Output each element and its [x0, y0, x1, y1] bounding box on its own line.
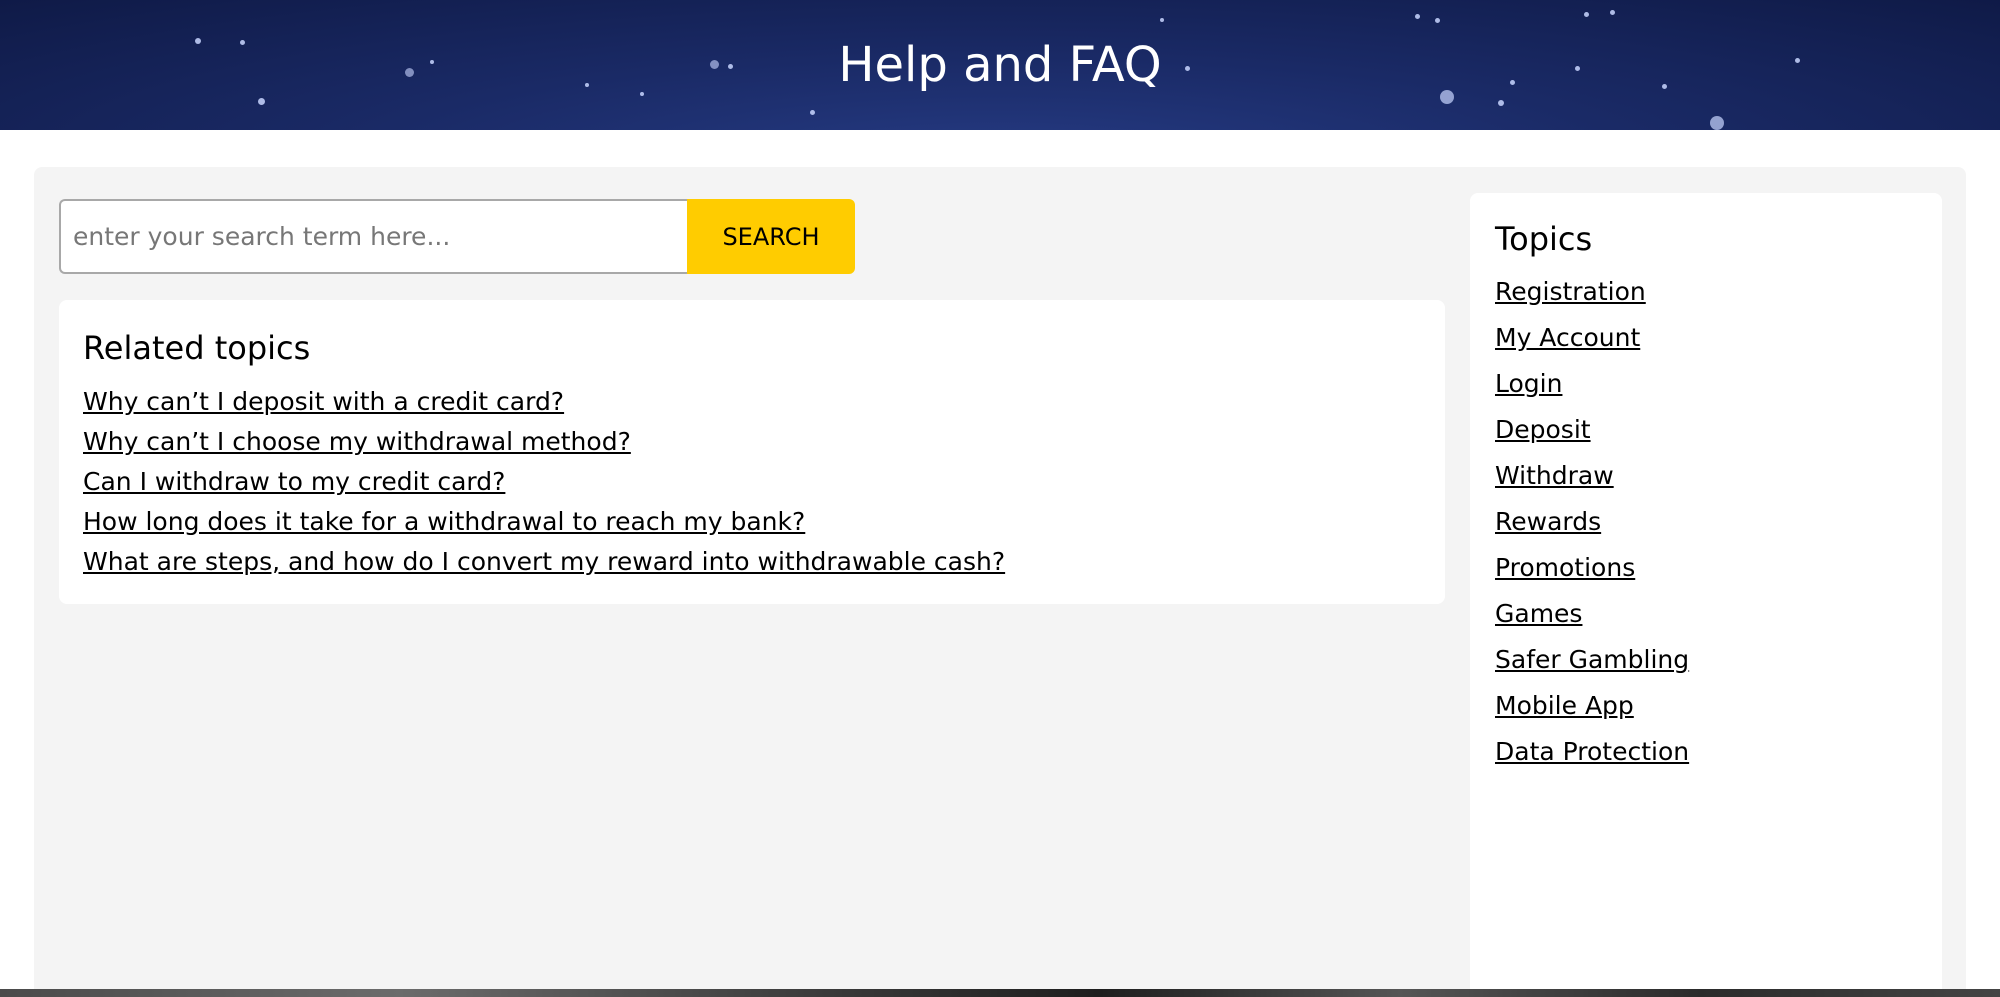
topics-heading: Topics [1495, 220, 1593, 258]
topics-sidebar: Topics Registration My Account Login Dep… [1470, 193, 1942, 997]
search-input[interactable] [59, 199, 687, 274]
related-topics-box: Related topics Why can’t I deposit with … [59, 300, 1445, 604]
list-item: How long does it take for a withdrawal t… [83, 502, 1421, 542]
related-topic-link[interactable]: Why can’t I deposit with a credit card? [83, 387, 564, 416]
related-topics-heading: Related topics [83, 329, 311, 367]
topic-link-registration[interactable]: Registration [1495, 277, 1646, 306]
list-item: Login [1495, 361, 1917, 407]
list-item: Rewards [1495, 499, 1917, 545]
list-item: Registration [1495, 269, 1917, 315]
list-item: Why can’t I deposit with a credit card? [83, 382, 1421, 422]
related-topic-link[interactable]: What are steps, and how do I convert my … [83, 547, 1005, 576]
header-banner: Help and FAQ [0, 0, 2000, 130]
list-item: Games [1495, 591, 1917, 637]
related-topics-list: Why can’t I deposit with a credit card? … [83, 382, 1421, 582]
topics-list: Registration My Account Login Deposit Wi… [1495, 269, 1917, 775]
search-button[interactable]: SEARCH [687, 199, 855, 274]
list-item: Data Protection [1495, 729, 1917, 775]
topic-link-rewards[interactable]: Rewards [1495, 507, 1601, 536]
topic-link-mobile-app[interactable]: Mobile App [1495, 691, 1634, 720]
topic-link-data-protection[interactable]: Data Protection [1495, 737, 1689, 766]
footer-image-strip [0, 989, 2000, 997]
related-topic-link[interactable]: Can I withdraw to my credit card? [83, 467, 505, 496]
list-item: Why can’t I choose my withdrawal method? [83, 422, 1421, 462]
list-item: Mobile App [1495, 683, 1917, 729]
list-item: Withdraw [1495, 453, 1917, 499]
search-bar: SEARCH [59, 199, 855, 274]
list-item: What are steps, and how do I convert my … [83, 542, 1421, 582]
topic-link-promotions[interactable]: Promotions [1495, 553, 1635, 582]
list-item: Deposit [1495, 407, 1917, 453]
topic-link-games[interactable]: Games [1495, 599, 1582, 628]
related-topic-link[interactable]: Why can’t I choose my withdrawal method? [83, 427, 631, 456]
topic-link-deposit[interactable]: Deposit [1495, 415, 1591, 444]
topic-link-login[interactable]: Login [1495, 369, 1562, 398]
list-item: Can I withdraw to my credit card? [83, 462, 1421, 502]
list-item: Safer Gambling [1495, 637, 1917, 683]
topic-link-withdraw[interactable]: Withdraw [1495, 461, 1614, 490]
list-item: My Account [1495, 315, 1917, 361]
topic-link-safer-gambling[interactable]: Safer Gambling [1495, 645, 1689, 674]
topic-link-my-account[interactable]: My Account [1495, 323, 1640, 352]
page-title: Help and FAQ [838, 37, 1162, 93]
related-topic-link[interactable]: How long does it take for a withdrawal t… [83, 507, 805, 536]
list-item: Promotions [1495, 545, 1917, 591]
